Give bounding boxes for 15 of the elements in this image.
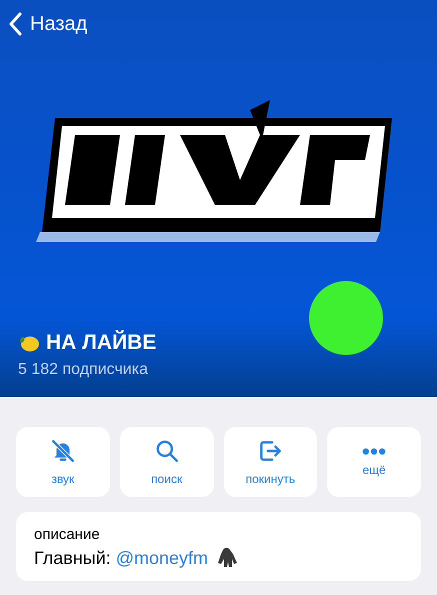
- exit-icon: [257, 438, 284, 464]
- more-icon: [362, 448, 386, 454]
- search-button[interactable]: поиск: [120, 427, 214, 497]
- search-icon: [154, 438, 180, 464]
- back-link[interactable]: Назад: [0, 12, 88, 36]
- description-label: описание: [34, 526, 101, 543]
- channel-title: НА ЛАЙВЕ: [46, 331, 156, 355]
- more-button[interactable]: ещё: [327, 427, 421, 497]
- leave-button[interactable]: покинуть: [224, 427, 318, 497]
- description-text: Главный:: [34, 548, 112, 568]
- muted-bell-icon: [50, 438, 76, 464]
- username-link[interactable]: @moneyfm: [116, 548, 208, 568]
- mute-button[interactable]: звук: [16, 427, 110, 497]
- subscriber-count: 5 182 подписчика: [18, 361, 149, 379]
- back-chevron-icon: [8, 12, 22, 36]
